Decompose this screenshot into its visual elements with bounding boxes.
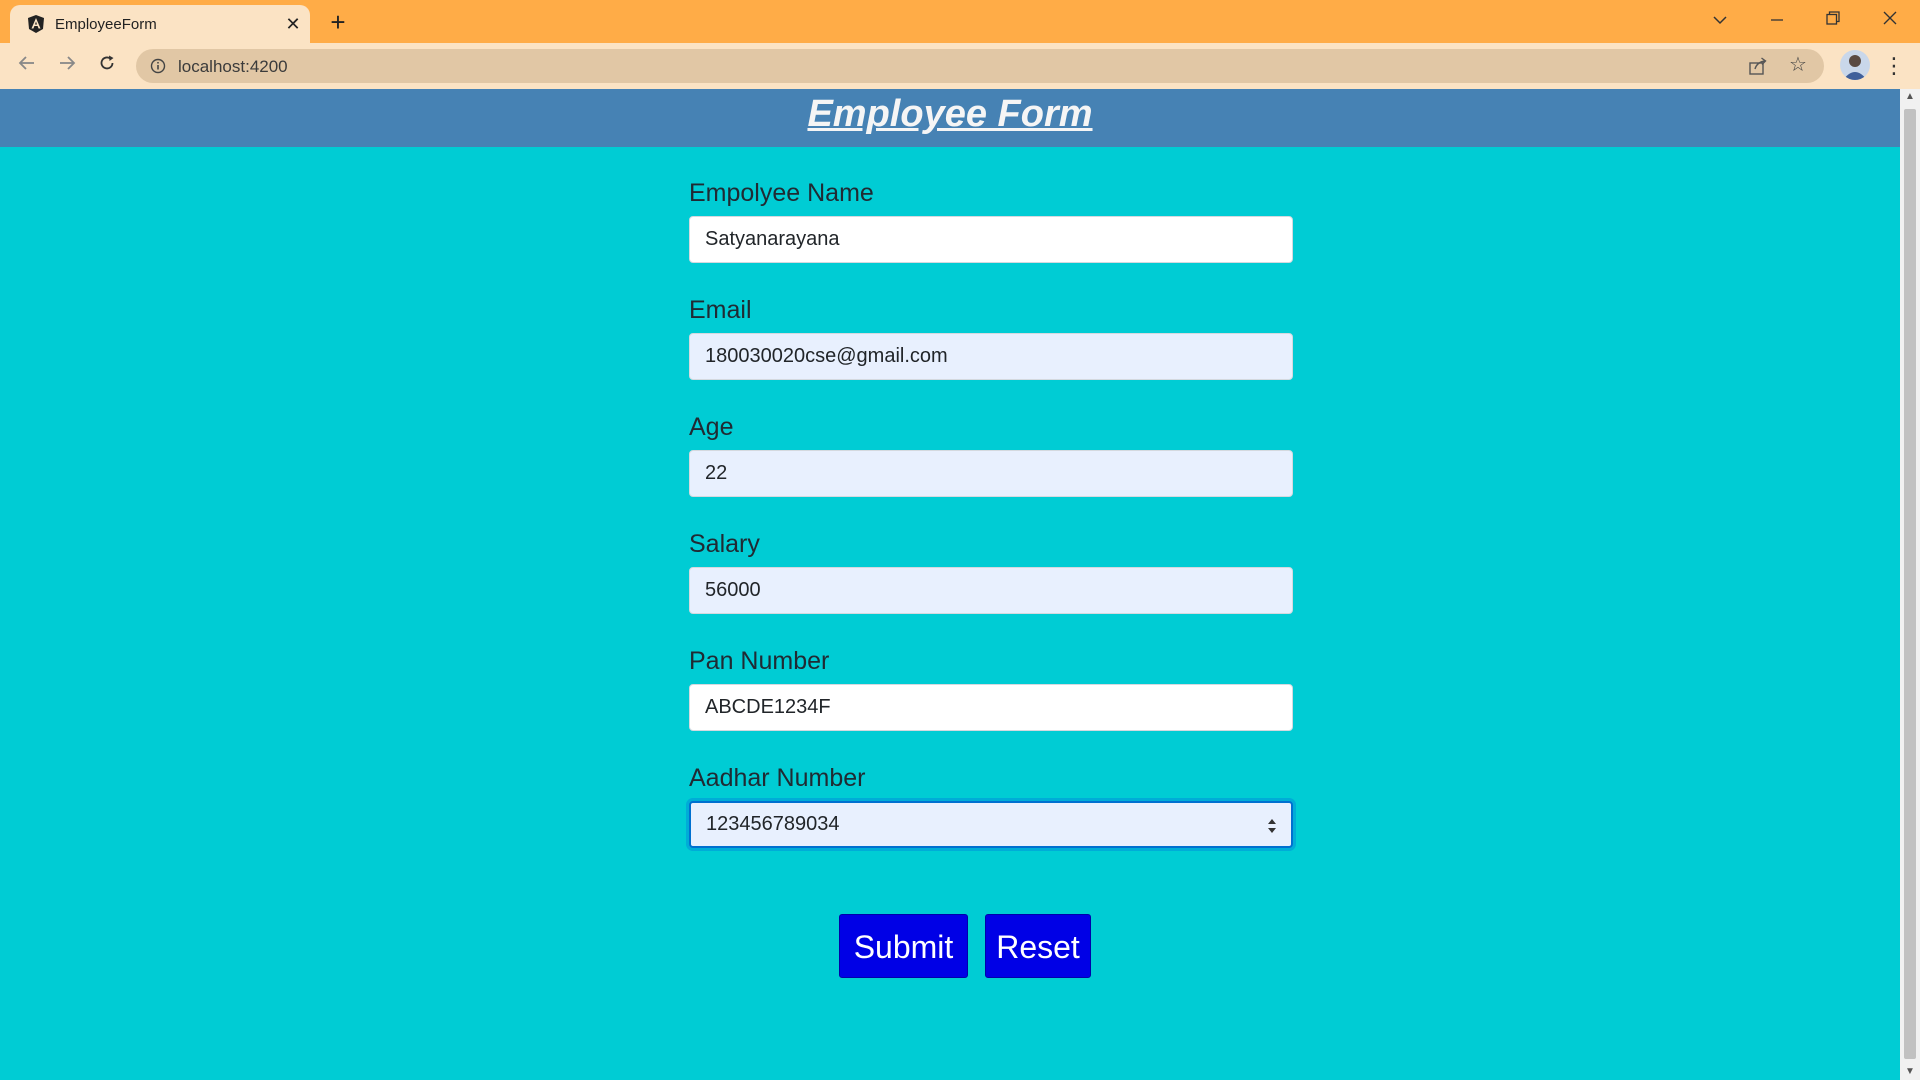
browser-titlebar: EmployeeForm ✕ + [0,0,1920,43]
minimize-icon[interactable] [1757,4,1797,34]
age-input[interactable] [689,450,1293,497]
page-viewport: Employee Form Empolyee Name Email Age Sa… [0,89,1900,1080]
employee-name-input[interactable] [689,216,1293,263]
aadhar-number-label: Aadhar Number [689,764,866,792]
scroll-thumb[interactable] [1904,109,1916,1059]
pan-number-input[interactable] [689,684,1293,731]
salary-label: Salary [689,530,760,558]
reload-icon[interactable] [92,51,122,81]
employee-form: Empolyee Name Email Age Salary Pan Numbe… [689,179,1293,881]
forward-icon[interactable] [52,51,82,81]
reset-button[interactable]: Reset [985,914,1091,978]
field-email: Email [689,296,1293,413]
salary-input[interactable] [689,567,1293,614]
chevron-down-icon[interactable] [1700,4,1740,34]
submit-button[interactable]: Submit [839,914,968,978]
pan-number-label: Pan Number [689,647,830,675]
field-pan-number: Pan Number [689,647,1293,764]
page-header: Employee Form [0,89,1900,147]
form-actions: Submit Reset [839,914,1099,978]
number-spinner-icon[interactable] [1265,816,1279,836]
browser-toolbar: localhost:4200 ☆ ⋮ [0,43,1920,89]
employee-name-label: Empolyee Name [689,179,874,207]
field-salary: Salary [689,530,1293,647]
field-aadhar-number: Aadhar Number [689,764,1293,881]
scroll-down-icon[interactable]: ▼ [1900,1064,1920,1080]
page-scrollbar[interactable]: ▲ ▼ [1900,89,1920,1080]
email-input[interactable] [689,333,1293,380]
info-icon[interactable] [150,58,166,74]
scroll-up-icon[interactable]: ▲ [1900,89,1920,105]
field-age: Age [689,413,1293,530]
aadhar-number-input[interactable] [689,801,1293,848]
menu-kebab-icon[interactable]: ⋮ [1882,51,1906,81]
profile-avatar[interactable] [1840,50,1870,80]
address-url[interactable]: localhost:4200 [178,57,288,77]
restore-icon[interactable] [1813,4,1853,34]
angular-icon [28,15,44,33]
address-bar[interactable]: localhost:4200 ☆ [136,49,1824,83]
new-tab-button[interactable]: + [324,9,352,35]
bookmark-star-icon[interactable]: ☆ [1787,54,1809,76]
close-icon[interactable] [1870,4,1910,34]
field-employee-name: Empolyee Name [689,179,1293,296]
page-title: Employee Form [807,93,1093,135]
tab-title: EmployeeForm [55,16,157,33]
age-label: Age [689,413,734,441]
tab-close-icon[interactable]: ✕ [282,13,304,35]
back-icon[interactable] [12,51,42,81]
share-icon[interactable] [1748,56,1768,76]
email-label: Email [689,296,752,324]
browser-tab[interactable]: EmployeeForm ✕ [10,5,310,43]
